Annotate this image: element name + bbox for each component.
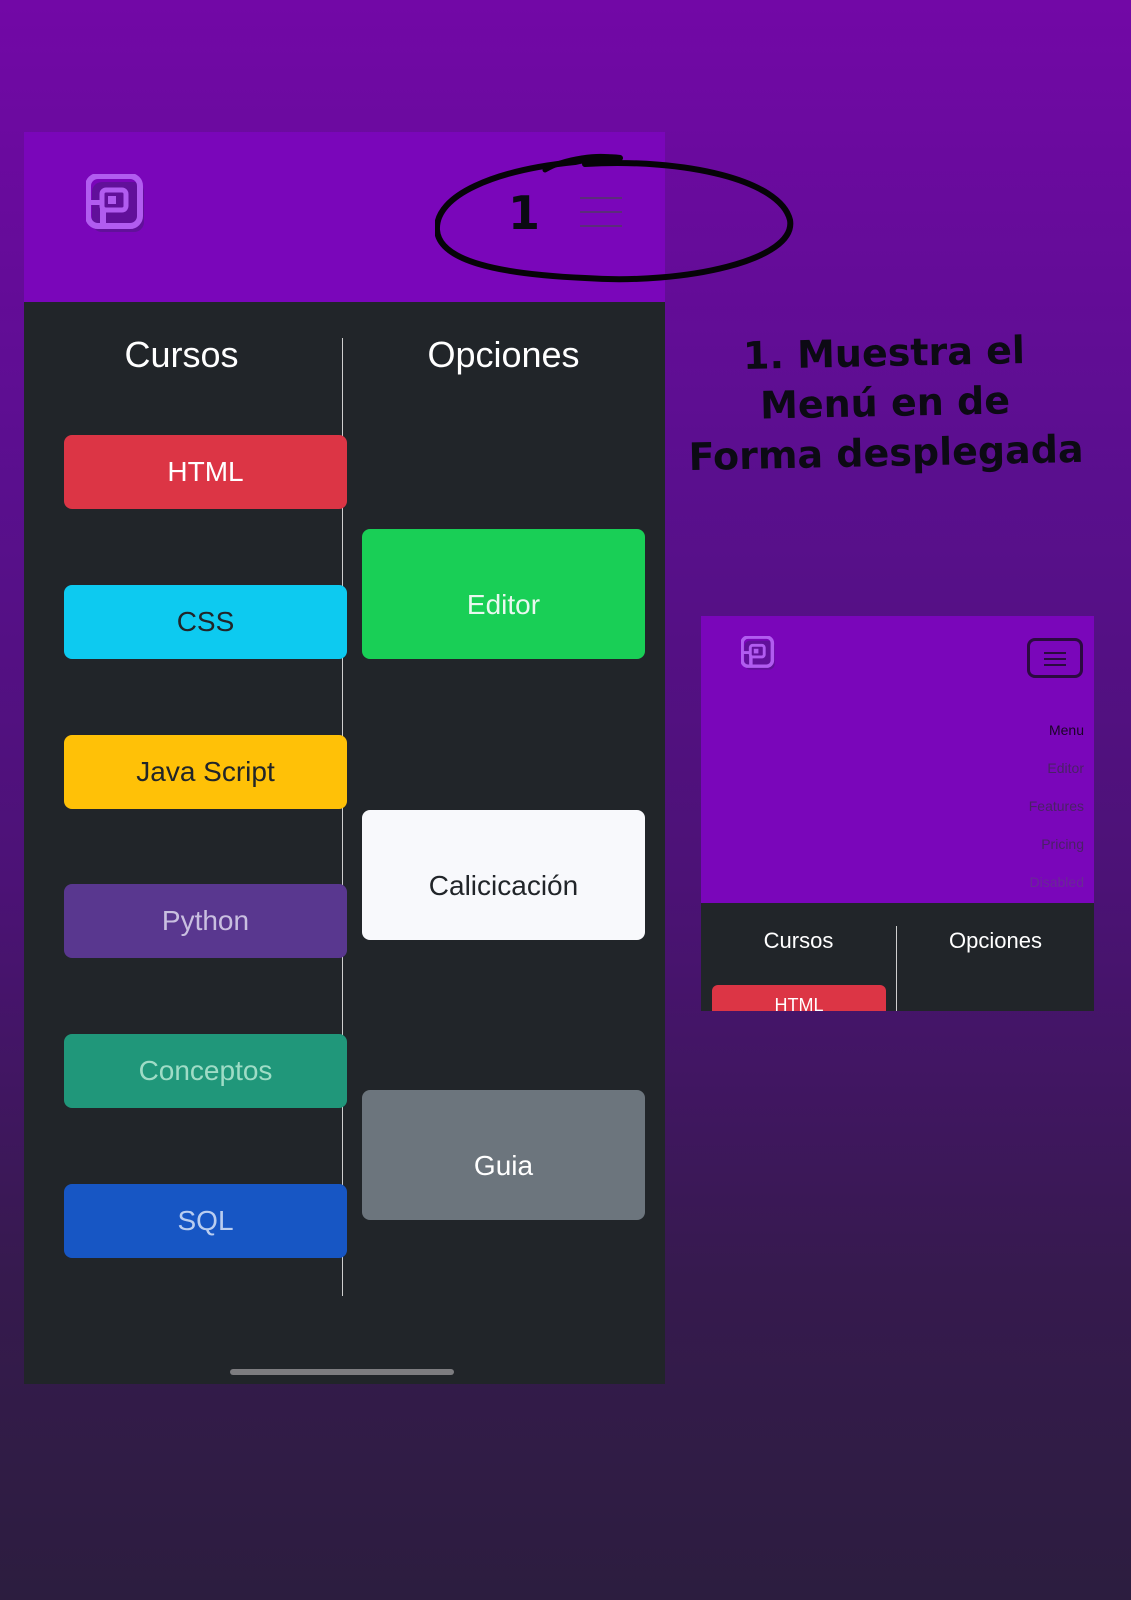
- preview-courses-title: Cursos: [763, 928, 834, 953]
- preview-logo-icon[interactable]: [741, 636, 777, 672]
- preview-column-divider: [896, 926, 897, 1011]
- preview-nav-item-disabled: Disabled: [1029, 874, 1084, 890]
- course-button-conceptos[interactable]: Conceptos: [64, 1034, 347, 1108]
- step-number: 1: [508, 186, 541, 240]
- courses-title: Cursos: [124, 334, 239, 375]
- hamburger-icon[interactable]: [580, 197, 622, 231]
- preview-hamburger-icon[interactable]: [1027, 638, 1083, 678]
- preview-navbar: Menu Editor Features Pricing Disabled: [701, 616, 1094, 903]
- preview-screenshot: Menu Editor Features Pricing Disabled Cu…: [701, 616, 1094, 1011]
- preview-options-title: Opciones: [949, 928, 1042, 953]
- course-button-javascript[interactable]: Java Script: [64, 735, 347, 809]
- preview-nav-item-pricing[interactable]: Pricing: [1041, 836, 1084, 852]
- caption-line-1: 1. Muestra el: [742, 328, 1026, 378]
- caption: 1. Muestra el Menú en de Forma desplegad…: [678, 324, 1091, 483]
- option-button-editor[interactable]: Editor: [362, 529, 645, 659]
- course-button-python[interactable]: Python: [64, 884, 347, 958]
- caption-line-3: Forma desplegada: [688, 426, 1084, 480]
- option-button-calificacion[interactable]: Calicicación: [362, 810, 645, 940]
- logo-icon[interactable]: [86, 174, 148, 236]
- preview-nav-item-menu[interactable]: Menu: [1049, 722, 1084, 738]
- phone-screen: Cursos Opciones HTML CSS Java Script Pyt…: [24, 132, 665, 1384]
- preview-nav-item-features[interactable]: Features: [1029, 798, 1084, 814]
- caption-line-2: Menú en de: [759, 378, 1011, 428]
- course-button-css[interactable]: CSS: [64, 585, 347, 659]
- preview-nav-item-editor[interactable]: Editor: [1047, 760, 1084, 776]
- course-button-html[interactable]: HTML: [64, 435, 347, 509]
- course-button-sql[interactable]: SQL: [64, 1184, 347, 1258]
- option-button-guia[interactable]: Guia: [362, 1090, 645, 1220]
- preview-course-button-html[interactable]: HTML: [712, 985, 886, 1011]
- options-title: Opciones: [427, 334, 580, 375]
- home-indicator: [230, 1369, 454, 1375]
